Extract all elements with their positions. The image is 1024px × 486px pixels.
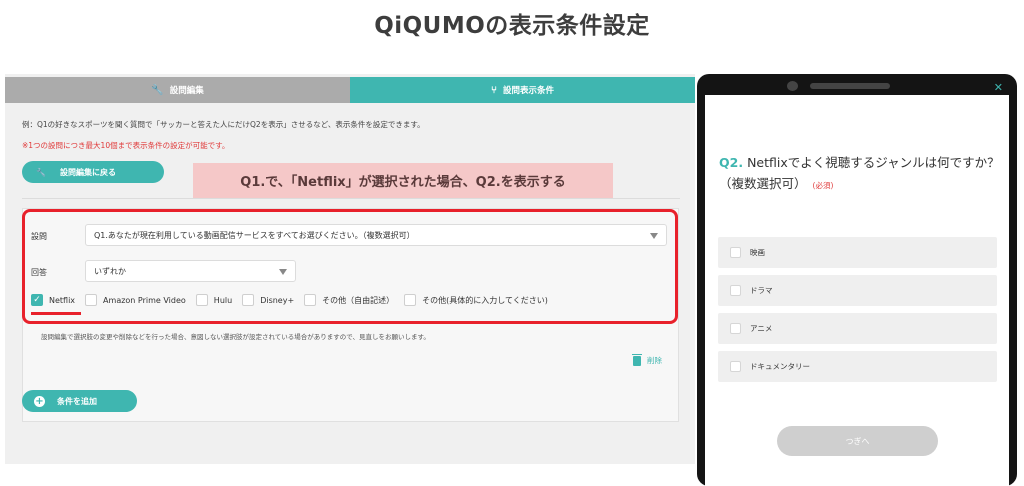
checkbox-icon[interactable] <box>730 323 741 334</box>
next-button[interactable]: つぎへ <box>777 426 938 456</box>
answer-label: 回答 <box>31 268 47 277</box>
dropdown-arrow-icon <box>279 269 287 275</box>
delete-condition-button[interactable]: 削除 <box>632 353 662 366</box>
choice-item[interactable]: アニメ <box>718 313 997 344</box>
choice-item[interactable]: 映画 <box>718 237 997 268</box>
dropdown-arrow-icon <box>650 233 658 239</box>
option-amazon-prime-video[interactable]: Amazon Prime Video <box>85 294 186 306</box>
option-label: Amazon Prime Video <box>103 295 186 305</box>
checkbox-icon[interactable] <box>242 294 255 306</box>
netflix-underline <box>31 312 81 315</box>
annotation-callout: Q1.で、「Netflix」が選択された場合、Q2.を表示する <box>193 163 613 198</box>
choice-label: 映画 <box>750 248 765 257</box>
choice-item[interactable]: ドラマ <box>718 275 997 306</box>
divider <box>22 198 680 199</box>
tab-display-condition-label: 設問表示条件 <box>502 86 554 96</box>
option-other-specific[interactable]: その他(具体的に入力してください) <box>404 294 548 306</box>
phone-preview: ✕ Q2. Netflixでよく視聴するジャンルは何ですか？（複数選択可） (必須… <box>697 74 1017 486</box>
choice-label: ドキュメンタリー <box>750 362 810 371</box>
checkbox-icon[interactable] <box>730 285 741 296</box>
answer-select[interactable]: いずれか <box>85 260 296 282</box>
question-label: 設問 <box>31 232 47 241</box>
option-label: その他（自由記述） <box>322 295 395 305</box>
answer-select-value: いずれか <box>94 266 126 276</box>
tab-bar: 🔧 設問編集 ⑂ 設問表示条件 <box>5 77 695 103</box>
answer-options: ✓ Netflix Amazon Prime Video Hulu Disney… <box>31 293 558 307</box>
branch-icon: ⑂ <box>490 84 497 96</box>
back-to-edit-button[interactable]: 🔧 設問編集に戻る <box>22 161 164 183</box>
condition-editor-panel: 🔧 設問編集 ⑂ 設問表示条件 例：Q1の好きなスポーツを聞く質問で「サッカーと… <box>5 74 695 464</box>
option-other-free[interactable]: その他（自由記述） <box>304 294 394 306</box>
plus-icon: + <box>34 395 45 407</box>
checkbox-icon[interactable] <box>730 361 741 372</box>
option-netflix[interactable]: ✓ Netflix <box>31 294 75 306</box>
option-label: Hulu <box>213 295 233 305</box>
limit-note: ※1つの設問につき最大10個まで表示条件の設定が可能です。 <box>22 141 230 150</box>
add-condition-button[interactable]: + 条件を追加 <box>22 390 137 412</box>
wrench-icon: 🔧 <box>151 84 164 96</box>
option-disney-plus[interactable]: Disney+ <box>242 294 294 306</box>
question-text: Netflixでよく視聴するジャンルは何ですか？（複数選択可） <box>719 155 1000 191</box>
camera-icon <box>787 81 798 91</box>
checkbox-icon[interactable] <box>404 294 417 306</box>
back-to-edit-label: 設問編集に戻る <box>59 167 116 177</box>
option-label: Netflix <box>49 295 76 305</box>
checkbox-icon[interactable] <box>85 294 98 306</box>
delete-label: 削除 <box>647 356 662 365</box>
close-icon[interactable]: ✕ <box>994 81 1003 94</box>
warning-note: 設問編集で選択肢の変更や削除などを行った場合、意図しない選択肢が設定されている場… <box>41 333 430 341</box>
intro-text: 例：Q1の好きなスポーツを聞く質問で「サッカーと答えた人にだけQ2を表示」させる… <box>22 120 425 129</box>
option-label: Disney+ <box>260 295 295 305</box>
tab-question-edit-label: 設問編集 <box>169 86 204 96</box>
checkbox-icon[interactable] <box>304 294 317 306</box>
trash-icon <box>632 353 642 366</box>
choice-label: アニメ <box>750 324 773 333</box>
checkbox-icon[interactable] <box>730 247 741 258</box>
tab-question-edit[interactable]: 🔧 設問編集 <box>5 77 350 103</box>
choice-label: ドラマ <box>750 286 773 295</box>
preview-screen: ✕ Q2. Netflixでよく視聴するジャンルは何ですか？（複数選択可） (必須… <box>705 81 1009 486</box>
preview-question: Q2. Netflixでよく視聴するジャンルは何ですか？（複数選択可） (必須) <box>719 152 1003 196</box>
required-badge: (必須) <box>812 181 834 190</box>
add-condition-label: 条件を追加 <box>57 396 97 406</box>
option-hulu[interactable]: Hulu <box>195 294 233 306</box>
tab-display-condition[interactable]: ⑂ 設問表示条件 <box>350 77 695 103</box>
question-number: Q2. <box>719 155 744 170</box>
speaker-grille <box>810 83 890 89</box>
checkbox-icon[interactable] <box>195 294 208 306</box>
page-title: QiQUMOの表示条件設定 <box>374 13 650 39</box>
question-select[interactable]: Q1.あなたが現在利用している動画配信サービスをすべてお選びください。（複数選択… <box>85 224 667 246</box>
wrench-icon: 🔧 <box>36 167 46 177</box>
choice-item[interactable]: ドキュメンタリー <box>718 351 997 382</box>
checkbox-checked-icon[interactable]: ✓ <box>31 294 43 306</box>
option-label: その他(具体的に入力してください) <box>422 295 548 305</box>
question-select-value: Q1.あなたが現在利用している動画配信サービスをすべてお選びください。（複数選択… <box>94 230 415 240</box>
